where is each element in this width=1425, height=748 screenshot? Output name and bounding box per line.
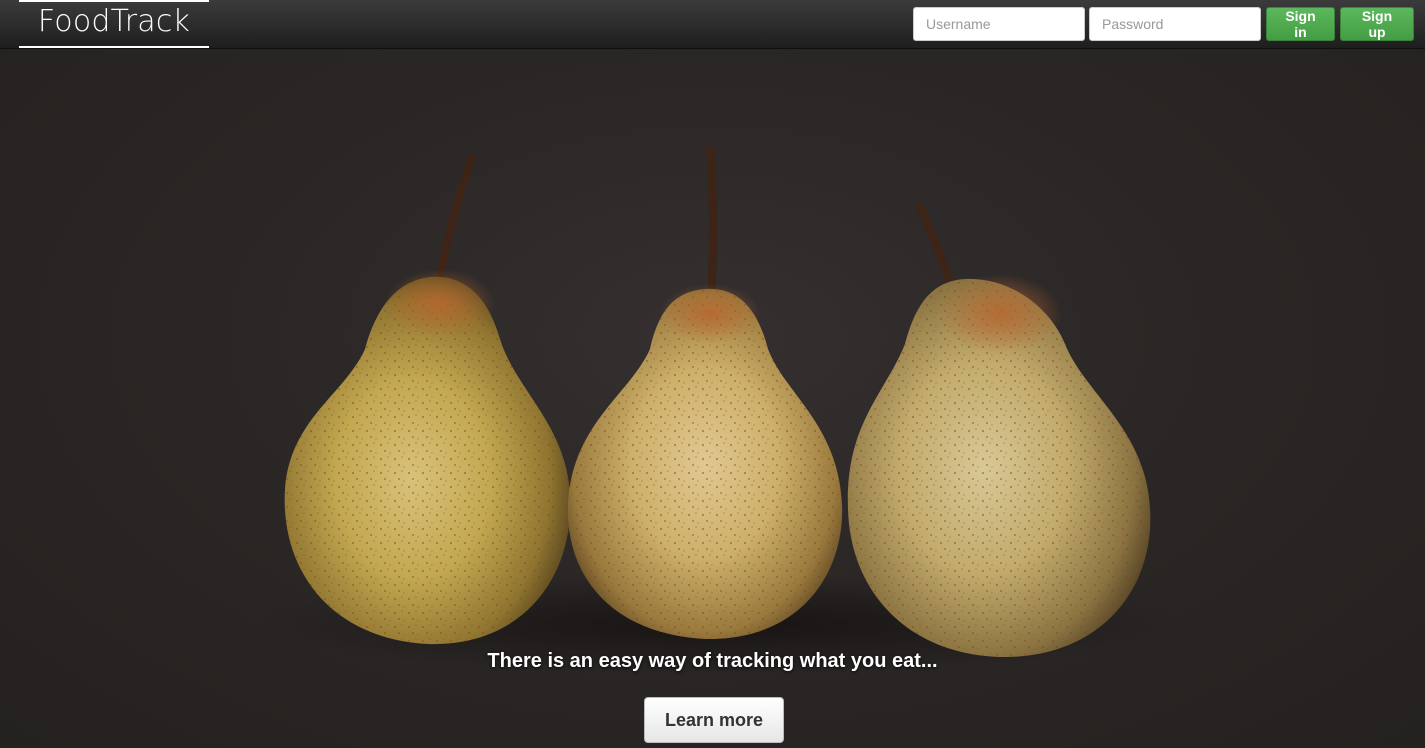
left-pear [284,154,571,645]
learn-more-button[interactable]: Learn more [644,697,784,743]
middle-pear [567,145,843,640]
login-form: Sign in Sign up [913,7,1414,41]
username-input[interactable] [913,7,1085,41]
hero-section [0,49,1425,748]
landing-page: FoodTrack Sign in Sign up [0,0,1425,748]
sign-up-button[interactable]: Sign up [1340,7,1414,41]
top-navbar: FoodTrack Sign in Sign up [0,0,1425,49]
right-pear [847,203,1151,658]
pears-hero-image [250,145,1190,674]
hero-tagline: There is an easy way of tracking what yo… [487,650,938,672]
brand-logo[interactable]: FoodTrack [19,0,209,48]
sign-in-button[interactable]: Sign in [1266,7,1335,41]
password-input[interactable] [1089,7,1261,41]
